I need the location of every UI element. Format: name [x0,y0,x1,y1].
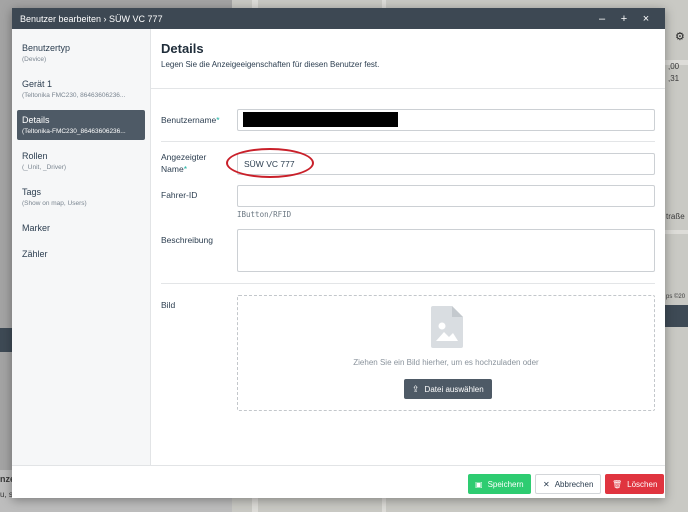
cancel-button[interactable]: ✕ Abbrechen [535,474,602,494]
dropzone-text: Ziehen Sie ein Bild hierher, um es hochz… [353,358,539,367]
background-text: ps ©20 [666,294,686,300]
display-name-label: Angezeigter Name* [161,152,207,174]
background-text: traße [666,212,685,221]
divider [161,283,655,284]
delete-button[interactable]: 🗑 Löschen [605,474,665,494]
nav-item-benutzertyp[interactable]: Benutzertyp (Device) [17,38,145,68]
nav-item-tags[interactable]: Tags (Show on map, Users) [17,182,145,212]
nav-item-label: Gerät 1 [22,79,53,89]
close-icon[interactable]: × [635,13,657,25]
required-marker: * [216,115,220,125]
dialog-title: Benutzer bearbeiten › SÜW VC 777 [20,13,163,24]
nav-item-zaehler[interactable]: Zähler [17,244,145,264]
minimize-icon[interactable]: – [591,13,613,25]
nav-item-label: Rollen [22,151,48,161]
redacted-value [243,112,398,127]
section-nav: Benutzertyp (Device) Gerät 1 (Teltonika … [12,29,151,465]
nav-item-geraet[interactable]: Gerät 1 (Teltonika FMC230, 86463606236..… [17,74,145,104]
nav-item-label: Tags [22,187,42,197]
save-icon: ▣ [475,479,483,489]
image-dropzone[interactable]: Ziehen Sie ein Bild hierher, um es hochz… [237,295,655,411]
nav-item-sublabel: (Teltonika-FMC230_86463606236... [22,128,126,135]
background-text: u, s [0,490,13,499]
close-icon: ✕ [543,479,550,489]
description-label: Beschreibung [161,235,213,245]
maximize-icon[interactable]: + [613,13,635,25]
nav-item-sublabel: (Device) [22,56,47,63]
username-field[interactable] [237,109,655,131]
background-strip [0,328,12,352]
nav-item-rollen[interactable]: Rollen (_Unit, _Driver) [17,146,145,176]
section-header: Details Legen Sie die Anzeigeeigenschaft… [161,41,379,69]
edit-user-dialog: Benutzer bearbeiten › SÜW VC 777 – + × B… [12,8,665,498]
cancel-label: Abbrechen [554,479,594,489]
nav-item-sublabel: (Teltonika FMC230, 86463606236... [22,92,126,99]
choose-file-button[interactable]: ⇪ Datei auswählen [404,379,492,399]
details-form: Details Legen Sie die Anzeigeeigenschaft… [151,29,665,465]
save-label: Speichern [487,479,524,489]
upload-icon: ⇪ [412,383,420,394]
image-label: Bild [161,300,176,310]
page-title: Details [161,41,204,56]
description-textarea[interactable] [237,229,655,272]
driver-id-hint: IButton/RFID [237,210,292,219]
page-subtitle: Legen Sie die Anzeigeeigenschaften für d… [161,60,380,69]
nav-item-sublabel: (_Unit, _Driver) [22,164,67,171]
nav-item-details[interactable]: Details (Teltonika-FMC230_86463606236... [17,110,145,140]
driver-id-field[interactable] [237,185,655,207]
nav-item-label: Zähler [22,249,48,259]
driver-id-label: Fahrer-ID [161,190,198,200]
save-button[interactable]: ▣ Speichern [468,474,531,494]
divider [161,141,655,142]
dialog-footer: ▣ Speichern ✕ Abbrechen 🗑 Löschen [12,465,665,498]
trash-icon: 🗑 [612,479,623,489]
required-marker: * [183,164,187,174]
nav-item-label: Details [22,115,50,125]
image-file-icon [431,306,463,348]
nav-item-label: Marker [22,223,51,233]
background-text: ,00 [668,62,680,71]
nav-item-sublabel: (Show on map, Users) [22,200,87,207]
choose-file-label: Datei auswählen [424,384,484,394]
background-text: ,31 [668,74,680,83]
annotation-highlight [226,148,314,178]
delete-label: Löschen [627,479,658,489]
dialog-titlebar: Benutzer bearbeiten › SÜW VC 777 – + × [12,8,665,29]
gear-icon: ⚙ [675,31,685,43]
username-label: Benutzername* [161,115,220,125]
nav-item-label: Benutzertyp [22,43,71,53]
divider [151,88,665,89]
background-strip [665,305,688,327]
nav-item-marker[interactable]: Marker [17,218,145,238]
